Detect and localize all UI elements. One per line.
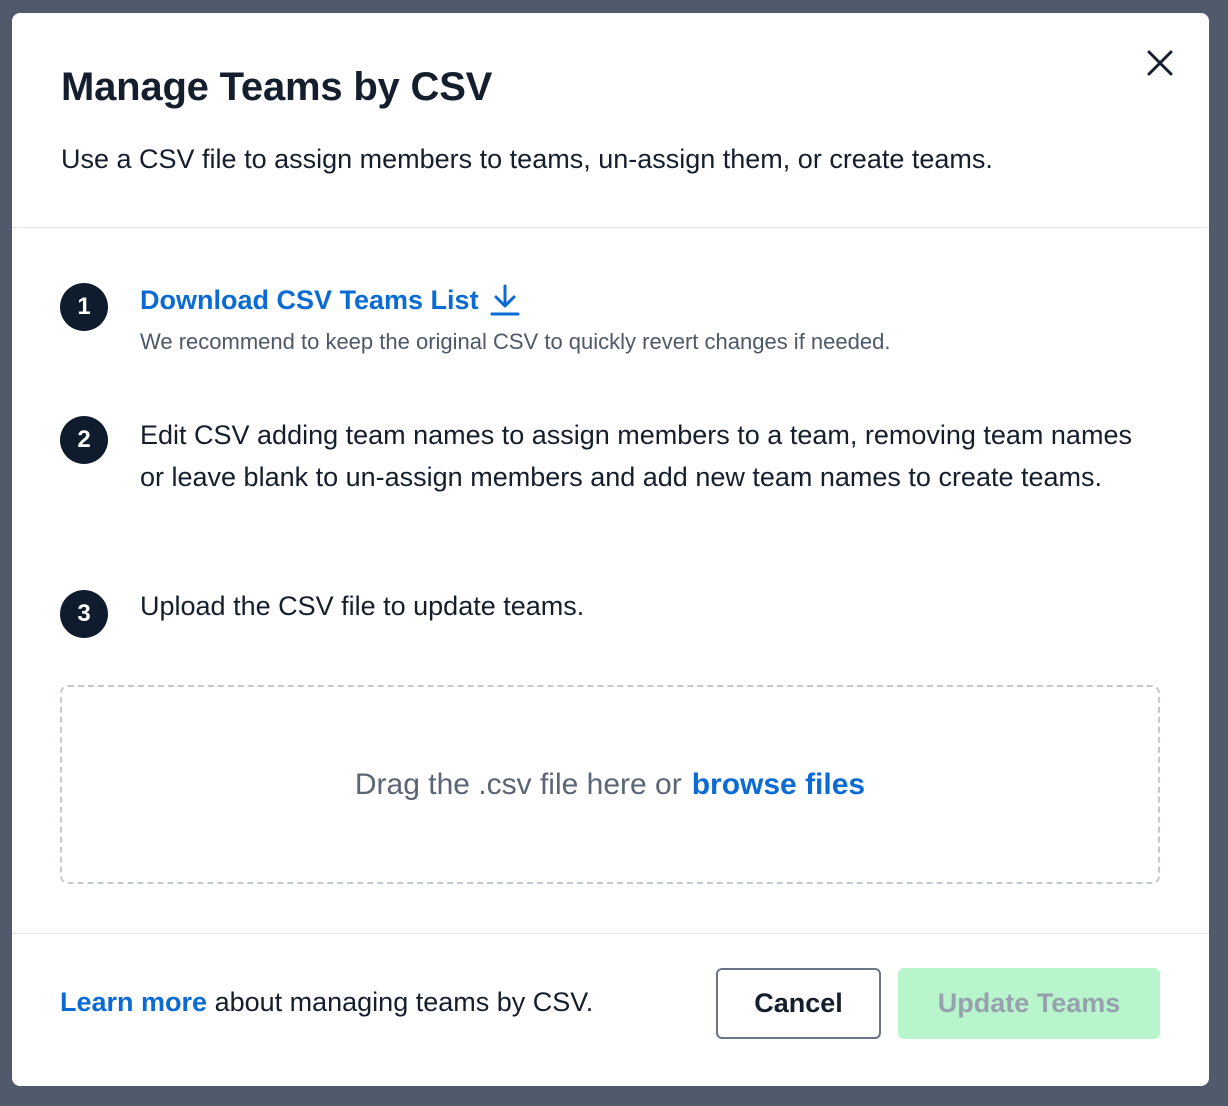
step-2: 2 Edit CSV adding team names to assign m…: [60, 416, 1160, 546]
step-3-text: Upload the CSV file to update teams.: [140, 591, 585, 621]
close-icon: [1147, 50, 1173, 76]
learn-more-text: Learn more about managing teams by CSV.: [60, 987, 593, 1018]
step-2-body: Edit CSV adding team names to assign mem…: [140, 414, 1150, 498]
step-1-body: Download CSV Teams List We recommend to …: [140, 283, 1150, 355]
step-2-text: Edit CSV adding team names to assign mem…: [140, 420, 1132, 492]
learn-more-suffix: about managing teams by CSV.: [207, 987, 594, 1017]
modal-footer: Learn more about managing teams by CSV. …: [12, 933, 1209, 1086]
step-number-badge: 2: [60, 416, 108, 464]
close-button[interactable]: [1142, 45, 1178, 81]
step-1: 1 Download CSV Teams List We recommend t…: [60, 283, 1160, 363]
modal-subtitle: Use a CSV file to assign members to team…: [61, 144, 993, 174]
download-icon: [490, 284, 520, 316]
download-hint: We recommend to keep the original CSV to…: [140, 329, 891, 354]
cancel-button[interactable]: Cancel: [716, 968, 881, 1039]
modal-header: Manage Teams by CSV Use a CSV file to as…: [12, 13, 1209, 228]
step-number-badge: 3: [60, 590, 108, 638]
browse-files-link[interactable]: browse files: [692, 768, 865, 802]
modal-title: Manage Teams by CSV: [61, 65, 493, 109]
download-csv-link[interactable]: Download CSV Teams List: [140, 283, 521, 317]
dropzone-text: Drag the .csv file here or: [354, 767, 682, 801]
manage-teams-modal: Manage Teams by CSV Use a CSV file to as…: [12, 13, 1209, 1086]
step-number-badge: 1: [60, 283, 108, 331]
download-csv-label: Download CSV Teams List: [140, 285, 479, 315]
update-teams-button[interactable]: Update Teams: [898, 968, 1160, 1039]
step-3: 3 Upload the CSV file to update teams.: [60, 590, 1160, 640]
csv-dropzone[interactable]: Drag the .csv file here or browse files: [60, 685, 1160, 884]
step-3-body: Upload the CSV file to update teams.: [140, 585, 1150, 627]
learn-more-link[interactable]: Learn more: [60, 987, 207, 1017]
